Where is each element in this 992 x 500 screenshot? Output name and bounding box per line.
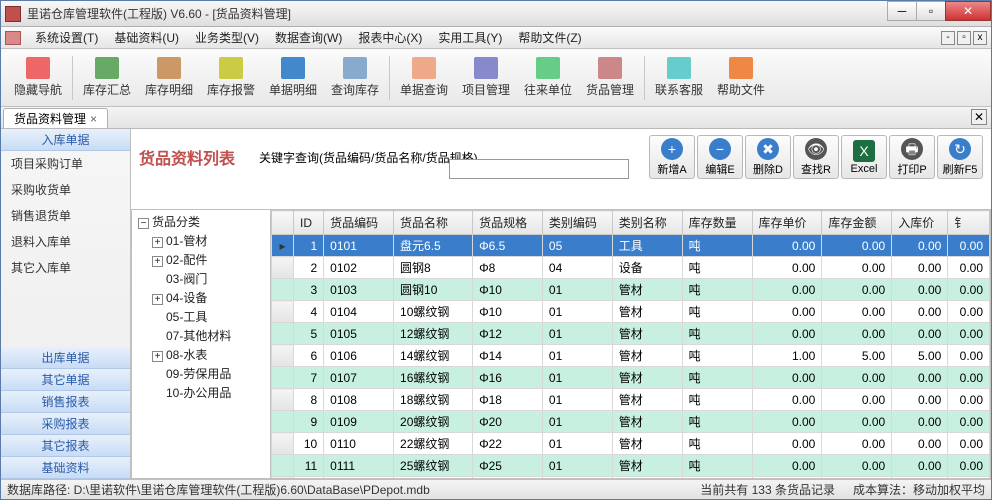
navhead-in[interactable]: 入库单据 xyxy=(1,129,130,151)
navhead-other[interactable]: 其它单据 xyxy=(1,369,130,391)
tree-item[interactable]: +04-设备 xyxy=(134,288,268,307)
navhead-out[interactable]: 出库单据 xyxy=(1,347,130,369)
tab-close-icon[interactable]: × xyxy=(90,112,97,126)
excel-button[interactable]: XExcel xyxy=(841,135,887,179)
navhead-otherrpt[interactable]: 其它报表 xyxy=(1,435,130,457)
tree-item[interactable]: +08-水表 xyxy=(134,345,268,364)
titlebar: 里诺仓库管理软件(工程版) V6.60 - [货品资料管理] ─ ▫ ✕ xyxy=(1,1,991,27)
menu-tools[interactable]: 实用工具(Y) xyxy=(430,27,510,48)
tree-item[interactable]: +01-管材 xyxy=(134,231,268,250)
tool-billquery[interactable]: 单据查询 xyxy=(393,53,455,103)
tool-stockdetail[interactable]: 库存明细 xyxy=(138,53,200,103)
nav-purchase-recv[interactable]: 采购收货单 xyxy=(1,177,130,203)
add-button[interactable]: +新增A xyxy=(649,135,695,179)
table-row[interactable]: 10101盘元6.5Φ6.505工具吨0.000.000.000.00 xyxy=(272,235,990,257)
app-icon xyxy=(5,6,21,22)
window-title: 里诺仓库管理软件(工程版) V6.60 - [货品资料管理] xyxy=(27,5,291,22)
tree-item[interactable]: 09-劳保用品 xyxy=(134,364,268,383)
menubar: 系统设置(T) 基础资料(U) 业务类型(V) 数据查询(W) 报表中心(X) … xyxy=(1,27,991,49)
tree-item[interactable]: 05-工具 xyxy=(134,307,268,326)
col-header[interactable]: 货品编码 xyxy=(324,211,394,235)
col-header[interactable]: 类别编码 xyxy=(542,211,612,235)
tool-stocksum[interactable]: 库存汇总 xyxy=(76,53,138,103)
tab-products[interactable]: 货品资料管理 × xyxy=(3,108,108,128)
menu-query[interactable]: 数据查询(W) xyxy=(267,27,350,48)
tree-item[interactable]: 07-其他材料 xyxy=(134,326,268,345)
table-row[interactable]: 11011125螺纹钢Φ2501管材吨0.000.000.000.00 xyxy=(272,455,990,477)
navhead-base[interactable]: 基础资料 xyxy=(1,457,130,479)
nav-sales-return[interactable]: 销售退货单 xyxy=(1,203,130,229)
find-button[interactable]: 👁查找R xyxy=(793,135,839,179)
tree-item[interactable]: 03-阀门 xyxy=(134,269,268,288)
product-grid[interactable]: ID货品编码货品名称货品规格类别编码类别名称库存数量库存单价库存金额入库价钅10… xyxy=(271,209,991,479)
tool-project[interactable]: 项目管理 xyxy=(455,53,517,103)
col-header[interactable]: 货品规格 xyxy=(473,211,543,235)
navhead-purchrpt[interactable]: 采购报表 xyxy=(1,413,130,435)
col-header[interactable]: ID xyxy=(294,211,324,235)
menu-icon xyxy=(5,31,21,45)
table-row[interactable]: 7010716螺纹钢Φ1601管材吨0.000.000.000.00 xyxy=(272,367,990,389)
menu-help[interactable]: 帮助文件(Z) xyxy=(510,27,589,48)
tool-billdetail[interactable]: 单据明细 xyxy=(262,53,324,103)
table-row[interactable]: 8010818螺纹钢Φ1801管材吨0.000.000.000.00 xyxy=(272,389,990,411)
tool-product[interactable]: 货品管理 xyxy=(579,53,641,103)
col-header[interactable]: 库存金额 xyxy=(822,211,892,235)
status-count: 当前共有 133 条货品记录 xyxy=(700,481,835,498)
tabstrip: 货品资料管理 × ✕ xyxy=(1,107,991,129)
close-button[interactable]: ✕ xyxy=(945,1,991,21)
col-header[interactable]: 类别名称 xyxy=(612,211,682,235)
left-nav: 入库单据 项目采购订单 采购收货单 销售退货单 退料入库单 其它入库单 出库单据… xyxy=(1,129,131,479)
status-method: 成本算法：移动加权平均 xyxy=(853,481,985,498)
table-row[interactable]: 10011022螺纹钢Φ2201管材吨0.000.000.000.00 xyxy=(272,433,990,455)
page-title: 货品资料列表 xyxy=(139,145,235,169)
col-header[interactable]: 库存数量 xyxy=(682,211,752,235)
col-header[interactable]: 库存单价 xyxy=(752,211,822,235)
nav-other-in[interactable]: 其它入库单 xyxy=(1,255,130,281)
mdi-restore-icon[interactable]: ▫ xyxy=(957,31,971,45)
table-row[interactable]: 20102圆钢8Φ804设备吨0.000.000.000.00 xyxy=(272,257,990,279)
col-header[interactable]: 入库价 xyxy=(892,211,948,235)
tab-label: 货品资料管理 xyxy=(14,110,86,127)
menu-biztype[interactable]: 业务类型(V) xyxy=(187,27,267,48)
maximize-button[interactable]: ▫ xyxy=(916,1,946,21)
tree-root[interactable]: −货品分类 xyxy=(134,212,268,231)
minimize-button[interactable]: ─ xyxy=(887,1,917,21)
tool-hidenav[interactable]: 隐藏导航 xyxy=(7,53,69,103)
status-path: 数据库路径: D:\里诺软件\里诺仓库管理软件(工程版)6.60\DataBas… xyxy=(7,481,430,498)
mdi-close-icon[interactable]: x xyxy=(973,31,987,45)
search-label: 关键字查询(货品编码/货品名称/货品规格) xyxy=(259,149,478,166)
navhead-salesrpt[interactable]: 销售报表 xyxy=(1,391,130,413)
tool-helpfile[interactable]: 帮助文件 xyxy=(710,53,772,103)
tabstrip-close-button[interactable]: ✕ xyxy=(971,109,987,125)
tree-item[interactable]: +02-配件 xyxy=(134,250,268,269)
table-row[interactable]: 5010512螺纹钢Φ1201管材吨0.000.000.000.00 xyxy=(272,323,990,345)
refresh-button[interactable]: ↻刷新F5 xyxy=(937,135,983,179)
nav-proj-po[interactable]: 项目采购订单 xyxy=(1,151,130,177)
menu-basedata[interactable]: 基础资料(U) xyxy=(106,27,187,48)
nav-material-return[interactable]: 退料入库单 xyxy=(1,229,130,255)
statusbar: 数据库路径: D:\里诺软件\里诺仓库管理软件(工程版)6.60\DataBas… xyxy=(1,479,991,499)
print-button[interactable]: 🖶打印P xyxy=(889,135,935,179)
tool-support[interactable]: 联系客服 xyxy=(648,53,710,103)
tree-item[interactable]: 10-办公用品 xyxy=(134,383,268,402)
table-row[interactable]: 30103圆钢10Φ1001管材吨0.000.000.000.00 xyxy=(272,279,990,301)
edit-button[interactable]: −编辑E xyxy=(697,135,743,179)
category-tree[interactable]: −货品分类 +01-管材 +02-配件 03-阀门 +04-设备 05-工具 0… xyxy=(131,209,271,479)
table-row[interactable]: 4010410螺纹钢Φ1001管材吨0.000.000.000.00 xyxy=(272,301,990,323)
tool-querystock[interactable]: 查询库存 xyxy=(324,53,386,103)
menu-report[interactable]: 报表中心(X) xyxy=(350,27,430,48)
col-header[interactable]: 货品名称 xyxy=(394,211,473,235)
delete-button[interactable]: ✖删除D xyxy=(745,135,791,179)
search-input[interactable] xyxy=(449,159,629,179)
table-row[interactable]: 6010614螺纹钢Φ1401管材吨1.005.005.000.00 xyxy=(272,345,990,367)
menu-system[interactable]: 系统设置(T) xyxy=(27,27,106,48)
main-toolbar: 隐藏导航 库存汇总 库存明细 库存报警 单据明细 查询库存 单据查询 项目管理 … xyxy=(1,49,991,107)
tool-partner[interactable]: 往来单位 xyxy=(517,53,579,103)
tool-stockalarm[interactable]: 库存报警 xyxy=(200,53,262,103)
mdi-min-icon[interactable]: - xyxy=(941,31,955,45)
table-row[interactable]: 9010920螺纹钢Φ2001管材吨0.000.000.000.00 xyxy=(272,411,990,433)
